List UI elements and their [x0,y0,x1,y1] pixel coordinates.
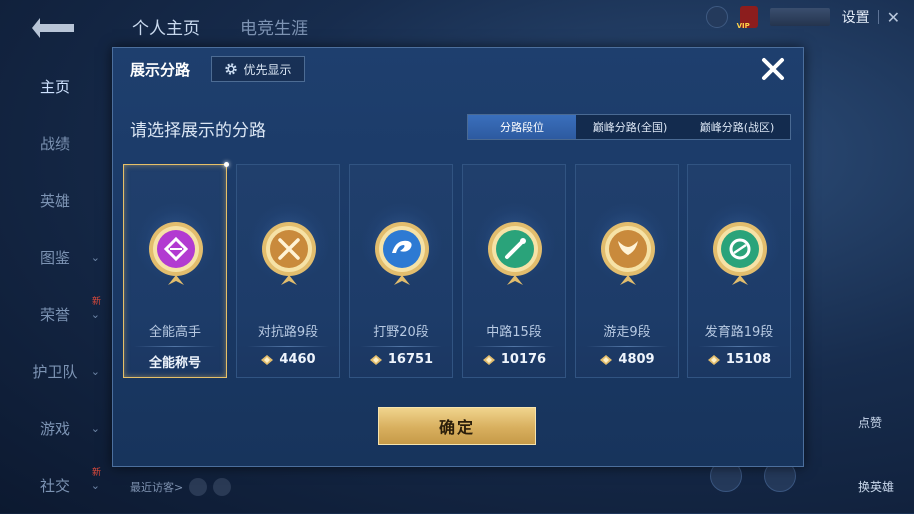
visitor-avatar[interactable] [213,478,232,496]
friend-avatar[interactable] [705,6,728,28]
lane-card[interactable]: 全能高手 全能称号 [123,162,229,378]
lane-value: 4460 [237,352,339,367]
points-icon [261,354,274,365]
segment-tab[interactable]: 巅峰分路(战区) [684,115,790,139]
lane-name: 对抗路9段 [257,325,319,340]
points-icon [482,354,495,365]
divider [698,346,780,347]
confirm-button[interactable]: 确定 [378,407,536,445]
recent-visitors-label: 最近访客> [130,481,184,494]
settings-button[interactable]: 设置 ✕ [842,7,900,27]
lane-card-list: 全能高手 全能称号 对抗路9段 4460 打野20段 16751 中路15段 10176 游走9… [123,162,793,380]
vip-label: VIP [736,22,750,30]
new-badge: 新 [92,468,102,478]
top-right-bar: VIP 设置 ✕ [705,6,900,30]
back-arrow-icon[interactable] [28,14,78,42]
lane-value-text: 全能称号 [148,356,201,371]
chevron-down-icon: ⌄ [90,251,100,264]
sidebar-item[interactable]: 英雄 [0,172,110,229]
change-hero-label[interactable]: 换英雄 [858,478,894,495]
segment-control: 分路段位 巅峰分路(全国) 巅峰分路(战区) [467,114,791,140]
sidebar-item[interactable]: 荣誉 ⌄ 新 [0,286,110,343]
sidebar-item-label: 荣誉 [39,306,70,324]
crossed-swords-icon [262,222,316,285]
divider [473,346,555,347]
lane-display-dialog: 展示分路 优先显示 请选择展示的分路 分路段位 巅峰分路(全国) 巅峰分路(战区) … [112,47,804,467]
sidebar: 主页 战绩 英雄 图鉴 ⌄ 荣誉 ⌄ 新护卫队 ⌄ 游戏 ⌄ 社交 ⌄ 新 [0,58,110,514]
target-icon [713,222,767,285]
wings-icon [601,222,655,285]
sidebar-item[interactable]: 图鉴 ⌄ [0,229,110,286]
diamond-icon [149,222,203,285]
lane-name: 发育路19段 [704,325,774,340]
lane-value-text: 15108 [725,352,772,367]
segment-tab[interactable]: 分路段位 [468,115,576,139]
chevron-down-icon: ⌄ [90,365,100,378]
tab-profile[interactable]: 个人主页 [132,14,200,39]
divider [586,346,668,347]
lane-value: 16751 [350,352,452,367]
close-icon[interactable]: ✕ [887,8,900,27]
visitor-avatar[interactable] [189,478,208,496]
lane-value-text: 4809 [618,352,655,367]
lane-value-text: 10176 [500,352,547,367]
sidebar-item-label: 战绩 [39,135,70,153]
lane-name: 游走9段 [603,325,651,340]
sidebar-item-label: 图鉴 [39,249,70,267]
sidebar-item-label: 护卫队 [32,363,78,381]
sidebar-item-label: 英雄 [39,192,70,210]
tab-esports[interactable]: 电竞生涯 [240,14,308,39]
lane-value: 10176 [463,352,565,367]
lane-value-text: 16751 [387,352,434,367]
lane-value: 4809 [576,352,678,367]
new-badge: 新 [92,297,102,307]
sidebar-item[interactable]: 主页 [0,58,110,115]
divider [877,10,879,24]
like-label[interactable]: 点赞 [858,414,882,431]
lane-name: 中路15段 [486,325,542,340]
sidebar-item[interactable]: 游戏 ⌄ [0,400,110,457]
sidebar-item[interactable]: 护卫队 ⌄ [0,343,110,400]
lane-card[interactable]: 打野20段 16751 [349,164,453,378]
chevron-down-icon: ⌄ [90,479,100,492]
points-icon [707,354,720,365]
lane-name: 全能高手 [148,325,201,340]
divider [360,346,442,347]
top-tabs: 个人主页 电竞生涯 [132,14,308,39]
gear-icon [225,63,238,75]
divider [247,346,329,347]
vip-badge[interactable]: VIP [736,6,758,30]
lane-name: 打野20段 [373,325,429,340]
selected-indicator [224,162,229,167]
chevron-down-icon: ⌄ [90,422,100,435]
dragon-icon [375,222,429,285]
lane-card[interactable]: 对抗路9段 4460 [236,164,340,378]
sidebar-item-label: 主页 [39,78,70,96]
recent-visitors[interactable]: 最近访客> [130,478,232,496]
points-icon [369,354,382,365]
sidebar-item[interactable]: 战绩 [0,115,110,172]
staff-icon [488,222,542,285]
settings-label: 设置 [841,10,870,26]
sidebar-item-label: 社交 [39,477,70,495]
lane-card[interactable]: 游走9段 4809 [575,164,679,378]
lane-value-text: 4460 [279,352,316,367]
priority-display-label: 优先显示 [243,62,292,77]
segment-tab[interactable]: 巅峰分路(全国) [576,115,684,139]
status-strip [769,8,830,26]
sidebar-item[interactable]: 社交 ⌄ 新 [0,457,110,514]
lane-value: 15108 [688,352,790,367]
dialog-header: 展示分路 优先显示 [113,48,803,90]
divider [134,346,216,347]
chevron-down-icon: ⌄ [90,308,100,321]
lane-card[interactable]: 发育路19段 15108 [687,164,791,378]
dialog-title: 展示分路 [129,60,190,79]
lane-card[interactable]: 中路15段 10176 [462,164,566,378]
lane-value: 全能称号 [124,352,226,371]
points-icon [600,354,613,365]
close-icon[interactable] [757,53,789,85]
dialog-subtitle: 请选择展示的分路 [130,121,266,141]
sidebar-item-label: 游戏 [39,420,70,438]
priority-display-button[interactable]: 优先显示 [211,56,305,82]
